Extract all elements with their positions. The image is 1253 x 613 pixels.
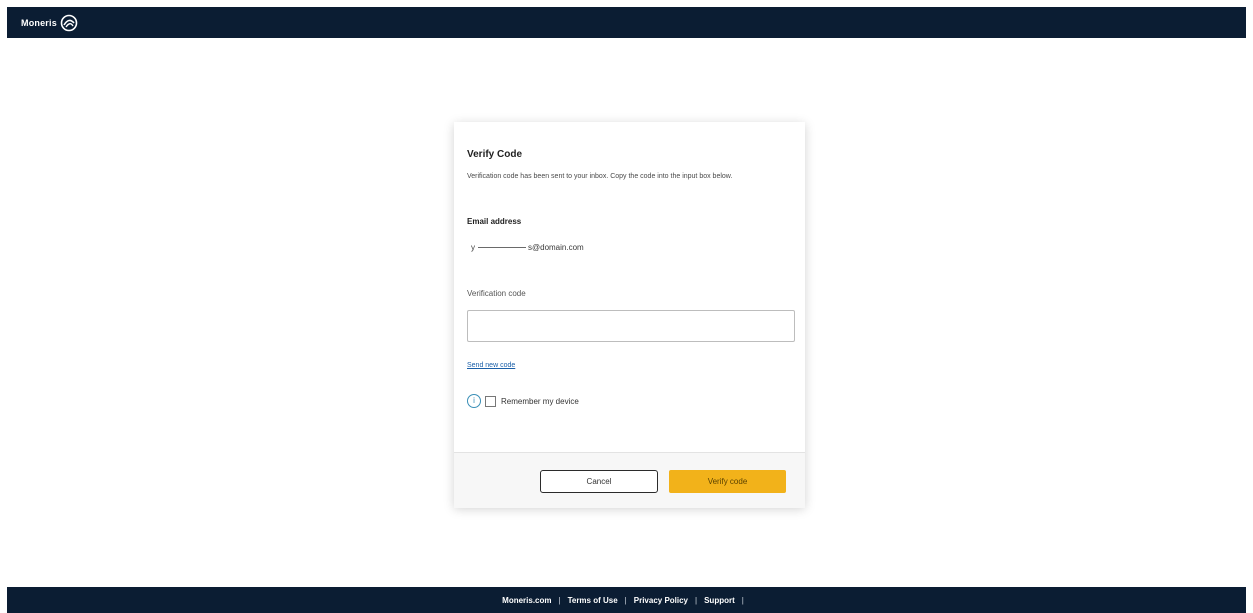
email-label: Email address bbox=[467, 217, 522, 226]
top-bar: Moneris bbox=[7, 7, 1246, 38]
remember-device-checkbox[interactable] bbox=[485, 395, 496, 407]
footer-link-privacy[interactable]: Privacy Policy bbox=[634, 596, 688, 605]
footer-separator: | bbox=[741, 595, 744, 605]
brand-logo[interactable]: Moneris bbox=[21, 13, 79, 33]
page-frame: Moneris Verify Code Verification code ha… bbox=[7, 7, 1246, 613]
email-suffix: s@domain.com bbox=[528, 243, 584, 252]
verify-code-button[interactable]: Verify code bbox=[669, 470, 786, 493]
remember-device-label[interactable]: Remember my device bbox=[501, 397, 579, 406]
email-value: y s@domain.com bbox=[471, 243, 584, 252]
brand-name: Moneris bbox=[21, 18, 57, 28]
card-footer: Cancel Verify code bbox=[454, 452, 805, 508]
send-new-code-link[interactable]: Send new code bbox=[467, 362, 515, 369]
verification-code-input[interactable] bbox=[467, 310, 795, 342]
footer-separator: | bbox=[558, 595, 561, 605]
remember-device-row: i Remember my device bbox=[467, 394, 579, 408]
email-prefix: y bbox=[471, 243, 475, 252]
footer-separator: | bbox=[695, 595, 698, 605]
moneris-logo-icon bbox=[59, 13, 79, 33]
cancel-button[interactable]: Cancel bbox=[540, 470, 658, 493]
footer-link-terms[interactable]: Terms of Use bbox=[568, 596, 618, 605]
email-mask bbox=[478, 247, 526, 248]
card-description: Verification code has been sent to your … bbox=[467, 173, 733, 180]
verify-code-card: Verify Code Verification code has been s… bbox=[454, 122, 805, 508]
footer-link-support[interactable]: Support bbox=[704, 596, 735, 605]
footer-separator: | bbox=[624, 595, 627, 605]
footer-link-moneris[interactable]: Moneris.com bbox=[502, 596, 551, 605]
card-title: Verify Code bbox=[467, 149, 523, 160]
site-footer: Moneris.com | Terms of Use | Privacy Pol… bbox=[7, 587, 1246, 613]
verification-code-label: Verification code bbox=[467, 289, 526, 298]
info-icon[interactable]: i bbox=[467, 394, 481, 408]
